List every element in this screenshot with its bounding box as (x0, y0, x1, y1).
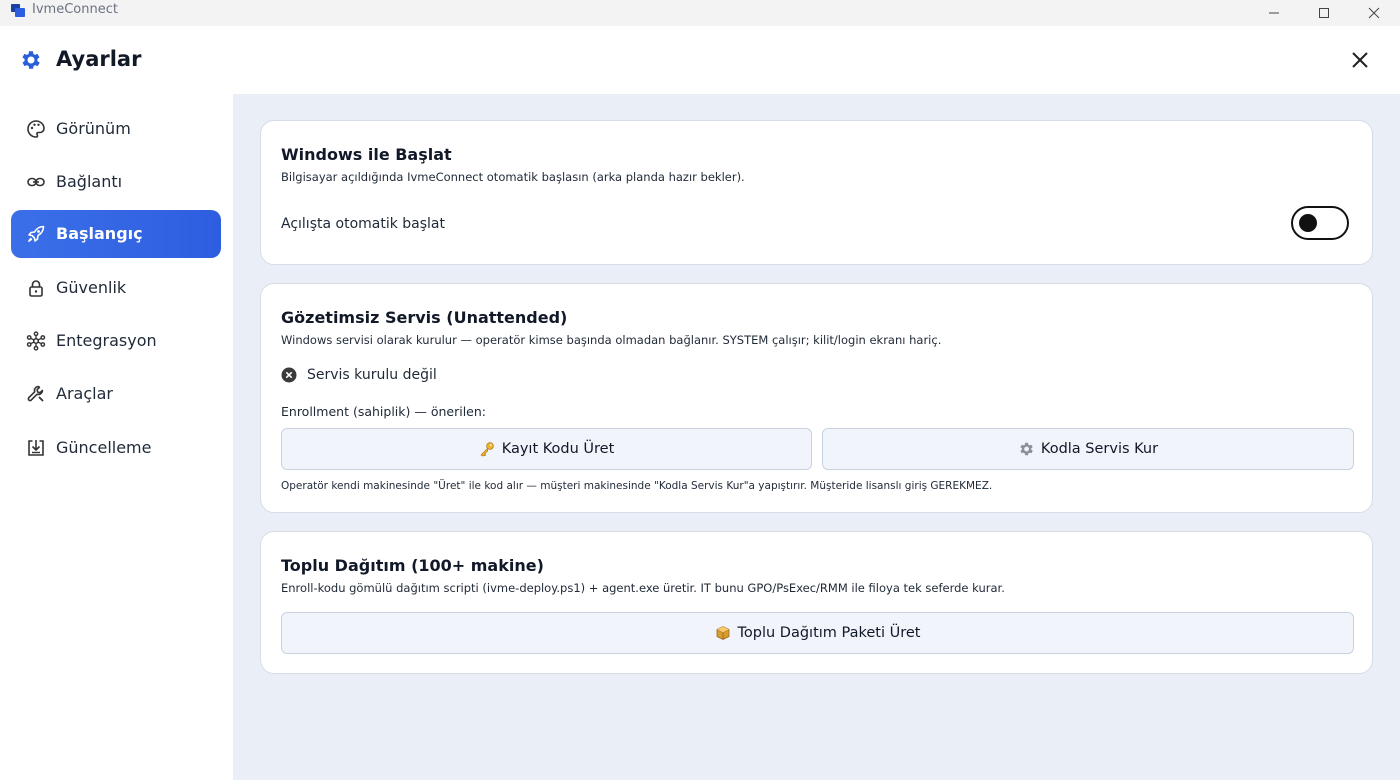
enrollment-label: Enrollment (sahiplik) — önerilen: (281, 404, 486, 419)
sidebar-item-label: Araçlar (56, 384, 113, 403)
service-card-title: Gözetimsiz Servis (Unattended) (281, 308, 568, 327)
rocket-icon (25, 223, 47, 245)
service-status: Servis kurulu değil (281, 367, 437, 383)
sidebar-item-label: Bağlantı (56, 172, 123, 191)
unattended-service-card: Gözetimsiz Servis (Unattended) Windows s… (260, 283, 1373, 513)
sidebar: Görünüm Bağlantı Başlangıç Güvenlik Ente… (0, 94, 233, 780)
generate-enroll-code-label: Kayıt Kodu Üret (501, 441, 615, 457)
toggle-knob (1299, 214, 1317, 232)
sidebar-item-label: Entegrasyon (56, 331, 157, 350)
download-icon (25, 437, 47, 459)
key-icon (479, 441, 495, 457)
page-title: Ayarlar (56, 47, 142, 71)
window-title: IvmeConnect (32, 2, 118, 17)
maximize-icon (1319, 8, 1329, 18)
settings-header: Ayarlar (0, 26, 1400, 94)
sidebar-item-label: Görünüm (56, 119, 131, 138)
minimize-icon (1269, 12, 1279, 14)
install-service-with-code-button[interactable]: Kodla Servis Kur (822, 428, 1354, 470)
hub-icon (25, 330, 47, 352)
lock-icon (25, 277, 47, 299)
generate-deploy-package-button[interactable]: Toplu Dağıtım Paketi Üret (281, 612, 1354, 654)
service-card-subtitle: Windows servisi olarak kurulur — operatö… (281, 333, 942, 347)
wrench-icon (25, 383, 47, 405)
x-circle-icon (281, 367, 297, 383)
title-bar: IvmeConnect (0, 0, 1400, 26)
palette-icon (25, 118, 47, 140)
sidebar-item-label: Güvenlik (56, 278, 127, 297)
generate-enroll-code-button[interactable]: Kayıt Kodu Üret (281, 428, 812, 470)
install-service-with-code-label: Kodla Servis Kur (1040, 441, 1159, 457)
sidebar-item-label: Başlangıç (56, 224, 143, 243)
window-close-button[interactable] (1351, 0, 1397, 26)
app-logo-icon (11, 4, 25, 17)
autostart-toggle[interactable] (1291, 206, 1349, 240)
link-icon (25, 171, 47, 193)
close-icon (1352, 52, 1368, 68)
sidebar-item-baslangic[interactable]: Başlangıç (11, 210, 221, 258)
sidebar-item-entegrasyon[interactable]: Entegrasyon (11, 317, 221, 365)
generate-deploy-package-label: Toplu Dağıtım Paketi Üret (737, 625, 921, 641)
sidebar-item-araclar[interactable]: Araçlar (11, 370, 221, 418)
enrollment-note: Operatör kendi makinesinde "Üret" ile ko… (281, 480, 993, 492)
settings-content: Windows ile Başlat Bilgisayar açıldığınd… (233, 94, 1400, 780)
sidebar-item-gorunum[interactable]: Görünüm (11, 105, 221, 153)
startup-card: Windows ile Başlat Bilgisayar açıldığınd… (260, 120, 1373, 265)
deploy-card-title: Toplu Dağıtım (100+ makine) (281, 556, 544, 575)
sidebar-item-label: Güncelleme (56, 438, 152, 457)
startup-card-title: Windows ile Başlat (281, 145, 452, 164)
close-settings-button[interactable] (1344, 44, 1376, 76)
deploy-card-subtitle: Enroll-kodu gömülü dağıtım scripti (ivme… (281, 581, 1005, 595)
gear-icon (22, 51, 40, 69)
sidebar-item-baglanti[interactable]: Bağlantı (11, 158, 221, 206)
sidebar-item-guncelleme[interactable]: Güncelleme (11, 424, 221, 472)
startup-card-subtitle: Bilgisayar açıldığında IvmeConnect otoma… (281, 170, 745, 184)
sidebar-item-guvenlik[interactable]: Güvenlik (11, 264, 221, 312)
package-icon (715, 625, 731, 641)
gear-icon (1018, 441, 1034, 457)
service-status-text: Servis kurulu değil (307, 367, 437, 383)
minimize-button[interactable] (1251, 0, 1297, 26)
bulk-deploy-card: Toplu Dağıtım (100+ makine) Enroll-kodu … (260, 531, 1373, 674)
close-icon (1368, 7, 1380, 19)
autostart-label: Açılışta otomatik başlat (281, 216, 446, 232)
maximize-button[interactable] (1301, 0, 1347, 26)
